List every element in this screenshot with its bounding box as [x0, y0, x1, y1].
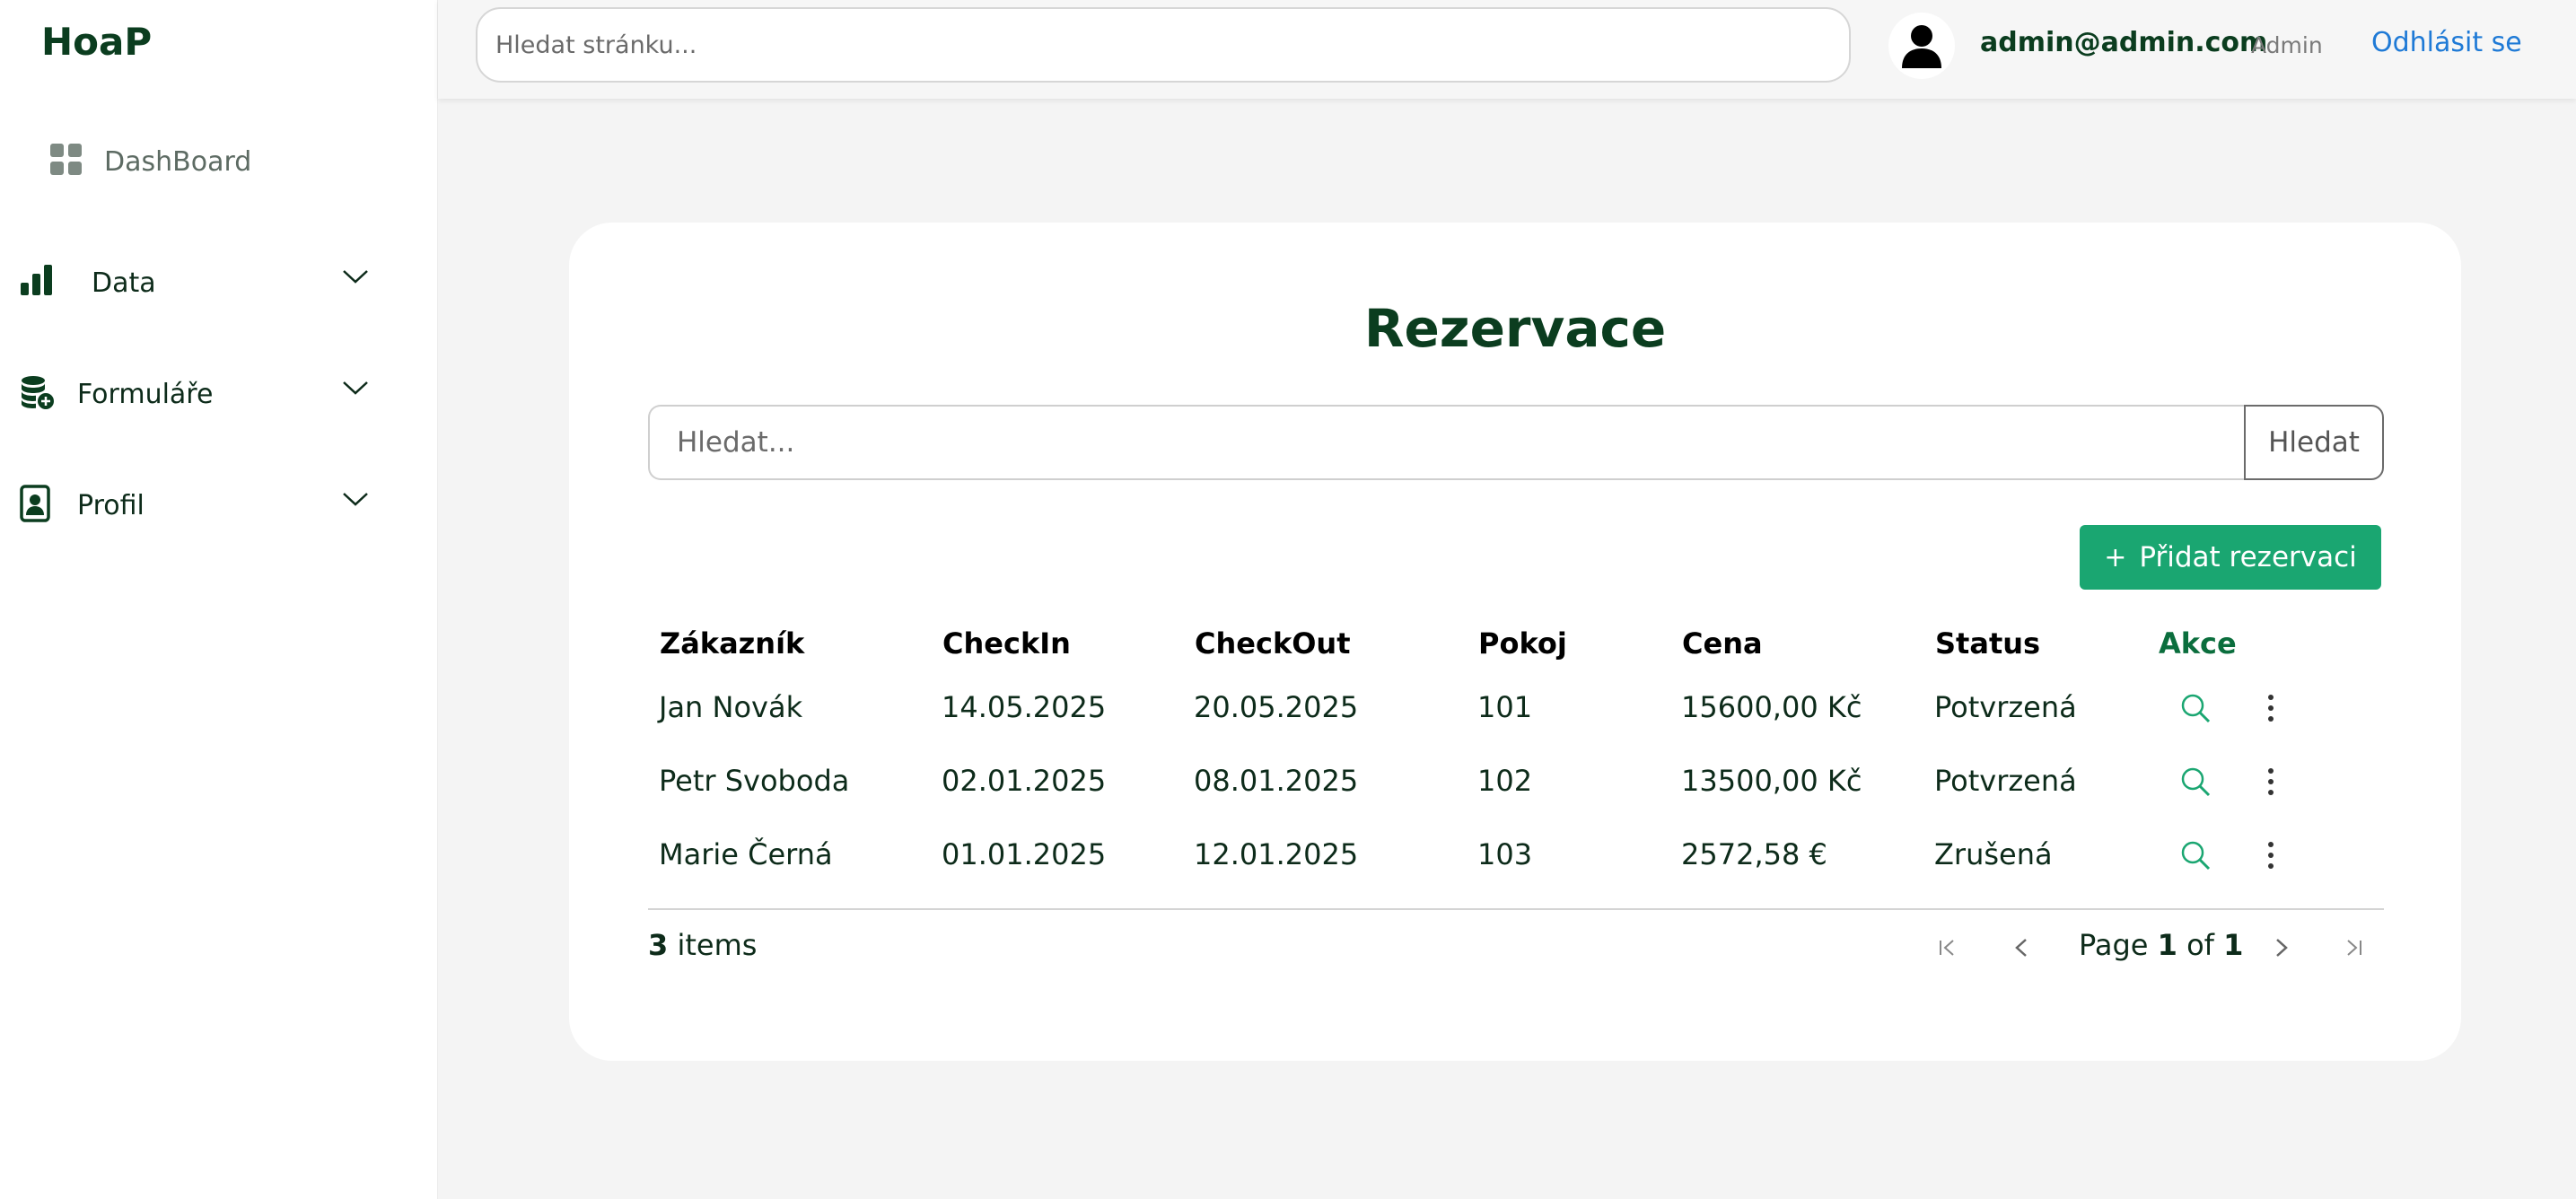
column-header-checkout[interactable]: CheckOut [1195, 626, 1351, 661]
avatar[interactable] [1888, 13, 1955, 79]
page-title: Rezervace [1363, 298, 1667, 359]
column-header-actions: Akce [2159, 626, 2237, 661]
cell-customer: Petr Svoboda [659, 764, 850, 798]
cell-price: 15600,00 Kč [1681, 690, 1862, 724]
next-page-icon[interactable] [2262, 928, 2301, 967]
cell-room: 103 [1477, 837, 1533, 871]
table-divider [648, 908, 2384, 910]
cell-price: 13500,00 Kč [1681, 764, 1862, 798]
cell-room: 102 [1477, 764, 1533, 798]
search-input[interactable] [648, 405, 2244, 480]
top-bar: admin@admin.com Admin Odhlásit se [438, 0, 2576, 99]
person-badge-icon [20, 485, 75, 526]
items-count-value: 3 [648, 928, 669, 962]
sidebar-item-profile[interactable]: Profil [20, 483, 370, 528]
cell-checkin: 02.01.2025 [942, 764, 1107, 798]
reservation-search: Hledat [648, 405, 2384, 480]
cell-checkin: 14.05.2025 [942, 690, 1107, 724]
database-add-icon [20, 374, 75, 414]
cell-checkin: 01.01.2025 [942, 837, 1107, 871]
user-role: Admin [2251, 32, 2323, 58]
sidebar-item-dashboard[interactable]: DashBoard [50, 142, 251, 181]
user-email: admin@admin.com [1980, 27, 2268, 58]
search-button[interactable]: Hledat [2244, 405, 2384, 480]
cell-status: Zrušená [1934, 837, 2053, 871]
chevron-down-icon[interactable] [341, 267, 370, 289]
column-header-room[interactable]: Pokoj [1478, 626, 1567, 661]
logout-link[interactable]: Odhlásit se [2371, 27, 2522, 58]
search-icon[interactable] [2176, 836, 2215, 875]
items-count: 3 items [648, 928, 757, 962]
page-indicator: Page 1 of 1 [2079, 928, 2243, 962]
previous-page-icon[interactable] [2002, 928, 2041, 967]
column-header-price[interactable]: Cena [1682, 626, 1763, 661]
sidebar-item-label: DashBoard [104, 145, 252, 178]
cell-price: 2572,58 € [1681, 837, 1827, 871]
add-reservation-label: Přidat rezervaci [2139, 541, 2357, 573]
column-header-customer[interactable]: Zákazník [660, 626, 804, 661]
more-options-icon[interactable] [2251, 836, 2291, 875]
cell-customer: Jan Novák [659, 690, 803, 724]
sidebar-item-label: Profil [77, 489, 145, 521]
cell-checkout: 08.01.2025 [1194, 764, 1359, 798]
chevron-down-icon[interactable] [341, 379, 370, 400]
cell-customer: Marie Černá [659, 837, 833, 871]
last-page-icon[interactable] [2334, 928, 2373, 967]
column-header-status[interactable]: Status [1935, 626, 2040, 661]
page-search-input[interactable] [476, 7, 1851, 83]
sidebar-item-label: Formuláře [77, 378, 214, 410]
cell-checkout: 12.01.2025 [1194, 837, 1359, 871]
items-count-label: items [677, 928, 758, 962]
bar-chart-icon [20, 265, 75, 301]
sidebar-item-forms[interactable]: Formuláře [20, 372, 370, 416]
sidebar-item-data[interactable]: Data [20, 260, 370, 305]
more-options-icon[interactable] [2251, 688, 2291, 728]
column-header-checkin[interactable]: CheckIn [942, 626, 1071, 661]
current-page: 1 [2157, 928, 2177, 962]
search-icon[interactable] [2176, 762, 2215, 801]
app-logo[interactable]: HoaP [41, 20, 152, 64]
page-word: Page [2079, 928, 2149, 962]
cell-checkout: 20.05.2025 [1194, 690, 1359, 724]
search-icon[interactable] [2176, 688, 2215, 728]
dashboard-grid-icon [50, 144, 83, 179]
add-reservation-button[interactable]: + Přidat rezervaci [2080, 525, 2381, 590]
total-pages: 1 [2223, 928, 2244, 962]
sidebar: HoaP DashBoard Data Formuláře Profil [0, 0, 438, 1199]
of-word: of [2186, 928, 2214, 962]
sidebar-item-label: Data [92, 267, 156, 299]
cell-status: Potvrzená [1934, 764, 2077, 798]
chevron-down-icon[interactable] [341, 490, 370, 512]
first-page-icon[interactable] [1928, 928, 1967, 967]
reservations-card: Rezervace Hledat + Přidat rezervaci Záka… [569, 223, 2461, 1061]
more-options-icon[interactable] [2251, 762, 2291, 801]
user-icon [1902, 25, 1941, 68]
plus-icon: + [2104, 541, 2127, 573]
cell-room: 101 [1477, 690, 1533, 724]
cell-status: Potvrzená [1934, 690, 2077, 724]
